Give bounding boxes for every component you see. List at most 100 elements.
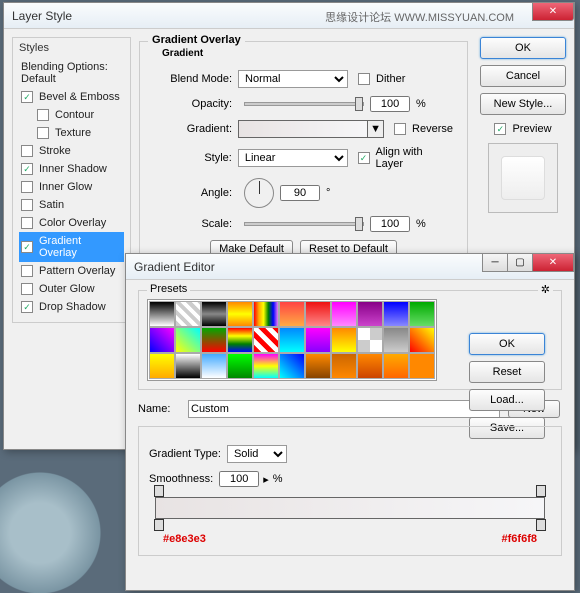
- new-style-button[interactable]: New Style...: [480, 93, 566, 115]
- style-item[interactable]: Color Overlay: [19, 214, 124, 232]
- style-checkbox[interactable]: [21, 199, 33, 211]
- style-item[interactable]: Outer Glow: [19, 280, 124, 298]
- style-checkbox[interactable]: [21, 181, 33, 193]
- dither-checkbox[interactable]: [358, 73, 370, 85]
- preset-swatch[interactable]: [279, 327, 305, 353]
- preset-swatch[interactable]: [409, 327, 435, 353]
- style-item[interactable]: ✓Drop Shadow: [19, 298, 124, 316]
- gradient-dropdown[interactable]: ▼: [368, 120, 384, 138]
- preset-swatch[interactable]: [279, 301, 305, 327]
- style-label: Bevel & Emboss: [39, 91, 120, 103]
- name-input[interactable]: [188, 400, 500, 418]
- angle-label: Angle:: [154, 187, 232, 199]
- style-select[interactable]: Linear: [238, 149, 348, 167]
- preset-swatch[interactable]: [149, 327, 175, 353]
- style-item[interactable]: ✓Inner Shadow: [19, 160, 124, 178]
- reverse-label: Reverse: [412, 123, 453, 135]
- style-item[interactable]: ✓ Bevel & Emboss: [19, 88, 124, 106]
- opacity-stop-left[interactable]: [154, 485, 164, 497]
- style-checkbox[interactable]: [37, 127, 49, 139]
- ge-titlebar[interactable]: Gradient Editor ─ ▢ ✕: [126, 254, 574, 280]
- preset-swatch[interactable]: [383, 301, 409, 327]
- angle-dial[interactable]: [244, 178, 274, 208]
- preset-swatch[interactable]: [201, 301, 227, 327]
- preset-swatch[interactable]: [305, 353, 331, 379]
- style-checkbox[interactable]: [37, 109, 49, 121]
- presets-menu-icon[interactable]: ✲: [538, 283, 553, 296]
- styles-header[interactable]: Styles: [19, 42, 124, 54]
- style-label: Satin: [39, 199, 64, 211]
- preset-swatch[interactable]: [253, 327, 279, 353]
- style-item[interactable]: Texture: [19, 124, 124, 142]
- gtype-select[interactable]: Solid: [227, 445, 287, 463]
- preset-swatch[interactable]: [175, 301, 201, 327]
- ge-reset-button[interactable]: Reset: [469, 361, 545, 383]
- scale-input[interactable]: [370, 216, 410, 232]
- opacity-input[interactable]: [370, 96, 410, 112]
- titlebar[interactable]: Layer Style 思缘设计论坛 WWW.MISSYUAN.COM ✕: [4, 3, 574, 29]
- style-item[interactable]: Satin: [19, 196, 124, 214]
- preset-swatch[interactable]: [357, 327, 383, 353]
- ge-close-button[interactable]: ✕: [532, 254, 574, 272]
- close-button[interactable]: ✕: [532, 3, 574, 21]
- preset-swatch[interactable]: [227, 327, 253, 353]
- preset-swatch[interactable]: [409, 301, 435, 327]
- ok-button[interactable]: OK: [480, 37, 566, 59]
- align-checkbox[interactable]: ✓: [358, 152, 370, 164]
- preset-swatch[interactable]: [331, 301, 357, 327]
- angle-input[interactable]: [280, 185, 320, 201]
- preset-swatch[interactable]: [383, 327, 409, 353]
- preset-swatch[interactable]: [201, 353, 227, 379]
- preset-swatch[interactable]: [331, 353, 357, 379]
- preset-swatch[interactable]: [305, 327, 331, 353]
- group-subtitle: Gradient: [158, 48, 207, 59]
- preset-swatch[interactable]: [331, 327, 357, 353]
- preset-swatch[interactable]: [409, 353, 435, 379]
- preset-swatch[interactable]: [175, 353, 201, 379]
- preset-swatch[interactable]: [357, 353, 383, 379]
- blending-options[interactable]: Blending Options: Default: [19, 58, 124, 88]
- gradient-swatch[interactable]: [238, 120, 368, 138]
- preset-swatch[interactable]: [357, 301, 383, 327]
- ge-ok-button[interactable]: OK: [469, 333, 545, 355]
- style-checkbox[interactable]: [21, 217, 33, 229]
- preset-swatch[interactable]: [383, 353, 409, 379]
- opacity-stop-right[interactable]: [536, 485, 546, 497]
- style-item[interactable]: Contour: [19, 106, 124, 124]
- style-item[interactable]: Pattern Overlay: [19, 262, 124, 280]
- preview-checkbox[interactable]: ✓: [494, 123, 506, 135]
- preset-swatch[interactable]: [305, 301, 331, 327]
- style-checkbox[interactable]: [21, 145, 33, 157]
- preset-swatch[interactable]: [201, 327, 227, 353]
- reverse-checkbox[interactable]: [394, 123, 406, 135]
- style-item[interactable]: ✓Gradient Overlay: [19, 232, 124, 262]
- preset-swatch[interactable]: [149, 353, 175, 379]
- preset-swatch[interactable]: [253, 301, 279, 327]
- preset-swatch[interactable]: [227, 353, 253, 379]
- preset-swatch[interactable]: [279, 353, 305, 379]
- preset-swatch[interactable]: [227, 301, 253, 327]
- color-stop-right[interactable]: [536, 519, 546, 531]
- preset-swatch[interactable]: [149, 301, 175, 327]
- style-checkbox[interactable]: ✓: [21, 163, 33, 175]
- style-checkbox[interactable]: ✓: [21, 91, 33, 103]
- minimize-button[interactable]: ─: [482, 254, 508, 272]
- color-stop-left[interactable]: [154, 519, 164, 531]
- opacity-slider[interactable]: [244, 102, 364, 106]
- style-checkbox[interactable]: ✓: [21, 301, 33, 313]
- smoothness-input[interactable]: [219, 471, 259, 487]
- blend-mode-select[interactable]: Normal: [238, 70, 348, 88]
- maximize-button[interactable]: ▢: [507, 254, 533, 272]
- style-item[interactable]: Stroke: [19, 142, 124, 160]
- style-checkbox[interactable]: ✓: [21, 241, 33, 253]
- ge-load-button[interactable]: Load...: [469, 389, 545, 411]
- preset-swatch[interactable]: [253, 353, 279, 379]
- style-item[interactable]: Inner Glow: [19, 178, 124, 196]
- cancel-button[interactable]: Cancel: [480, 65, 566, 87]
- smooth-dropdown-icon[interactable]: ▸: [263, 473, 269, 486]
- gradient-bar[interactable]: [155, 497, 545, 519]
- style-checkbox[interactable]: [21, 265, 33, 277]
- scale-slider[interactable]: [244, 222, 364, 226]
- preset-swatch[interactable]: [175, 327, 201, 353]
- style-checkbox[interactable]: [21, 283, 33, 295]
